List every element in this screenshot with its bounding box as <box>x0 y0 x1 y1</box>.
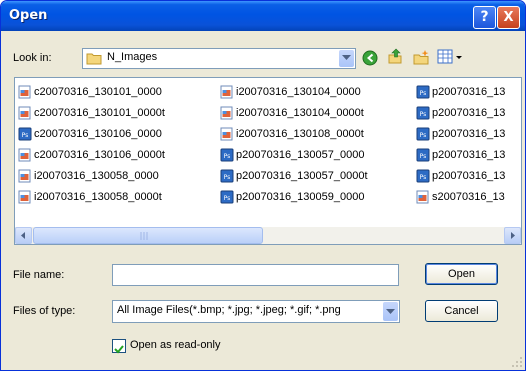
open-button[interactable]: Open <box>425 263 498 285</box>
svg-text:Ps: Ps <box>22 132 29 139</box>
file-item[interactable]: Ps p20070316_130057_0000 <box>220 148 410 164</box>
file-name-label: File name: <box>13 269 65 281</box>
file-name: c20070316_130106_0000 <box>34 128 162 140</box>
chevron-right-icon <box>511 232 515 239</box>
svg-text:Ps: Ps <box>224 174 231 181</box>
file-list[interactable]: c20070316_130101_0000 c20070316_130101_00… <box>14 77 522 245</box>
file-item[interactable]: c20070316_130101_0000 <box>18 85 208 101</box>
svg-text:Ps: Ps <box>420 132 427 139</box>
file-item[interactable]: Ps p20070316_13 <box>416 85 520 101</box>
scroll-thumb[interactable] <box>33 227 263 244</box>
open-dialog: Open ? X Look in: N_Images c20070316_130… <box>0 0 526 371</box>
file-item[interactable]: Ps p20070316_13 <box>416 169 520 185</box>
svg-text:Ps: Ps <box>420 153 427 160</box>
file-name: i20070316_130108_0000t <box>236 128 364 140</box>
photoshop-file-icon: Ps <box>416 106 430 120</box>
file-item[interactable]: i20070316_130104_0000t <box>220 106 410 122</box>
chevron-down-icon[interactable] <box>339 50 354 67</box>
file-name: i20070316_130058_0000 <box>34 170 159 182</box>
look-in-combo[interactable]: N_Images <box>82 48 356 69</box>
cancel-button[interactable]: Cancel <box>425 300 498 322</box>
file-item[interactable]: Ps p20070316_130057_0000t <box>220 169 410 185</box>
read-only-checkbox[interactable] <box>112 339 126 354</box>
chevron-down-icon[interactable] <box>383 302 398 321</box>
file-item[interactable]: c20070316_130101_0000t <box>18 106 208 122</box>
file-item[interactable]: i20070316_130104_0000 <box>220 85 410 101</box>
file-name: c20070316_130106_0000t <box>34 149 165 161</box>
file-name: p20070316_13 <box>432 170 506 182</box>
files-of-type-value: All Image Files(*.bmp; *.jpg; *.jpeg; *.… <box>117 304 341 316</box>
horizontal-scrollbar[interactable] <box>15 227 521 244</box>
file-name: s20070316_13 <box>432 191 505 203</box>
image-file-icon <box>416 190 429 204</box>
window-title: Open <box>9 8 48 23</box>
photoshop-file-icon: Ps <box>416 127 430 141</box>
photoshop-file-icon: Ps <box>416 169 430 183</box>
file-item[interactable]: s20070316_13 <box>416 190 520 206</box>
file-name: p20070316_13 <box>432 128 506 140</box>
file-name: p20070316_130059_0000 <box>236 191 365 203</box>
file-name: p20070316_13 <box>432 149 506 161</box>
file-item[interactable]: Ps p20070316_13 <box>416 106 520 122</box>
grip-lines-icon <box>140 232 148 240</box>
image-file-icon <box>18 190 31 204</box>
photoshop-file-icon: Ps <box>18 127 32 141</box>
svg-text:Ps: Ps <box>224 195 231 202</box>
file-name: i20070316_130104_0000t <box>236 107 364 119</box>
resize-grip-icon[interactable] <box>511 356 523 368</box>
close-button[interactable]: X <box>497 6 520 29</box>
image-file-icon <box>18 85 31 99</box>
folder-icon <box>86 53 102 65</box>
file-name: p20070316_13 <box>432 86 506 98</box>
files-of-type-combo[interactable]: All Image Files(*.bmp; *.jpg; *.jpeg; *.… <box>112 300 400 323</box>
file-item[interactable]: Ps p20070316_13 <box>416 148 520 164</box>
file-name: p20070316_130057_0000t <box>236 170 368 182</box>
file-item[interactable]: i20070316_130058_0000 <box>18 169 208 185</box>
views-menu-icon[interactable] <box>437 49 465 65</box>
file-name: c20070316_130101_0000 <box>34 86 162 98</box>
files-of-type-label: Files of type: <box>13 305 76 317</box>
file-item[interactable]: Ps p20070316_13 <box>416 127 520 143</box>
image-file-icon <box>18 169 31 183</box>
image-file-icon <box>18 148 31 162</box>
photoshop-file-icon: Ps <box>220 148 234 162</box>
photoshop-file-icon: Ps <box>416 148 430 162</box>
file-name: i20070316_130058_0000t <box>34 191 162 203</box>
look-in-label: Look in: <box>13 52 52 64</box>
new-folder-icon[interactable] <box>413 49 429 65</box>
image-file-icon <box>220 106 233 120</box>
svg-text:Ps: Ps <box>420 90 427 97</box>
checkmark-icon <box>114 345 124 354</box>
file-item[interactable]: Ps c20070316_130106_0000 <box>18 127 208 143</box>
svg-text:Ps: Ps <box>420 174 427 181</box>
image-file-icon <box>18 106 31 120</box>
file-item[interactable]: i20070316_130108_0000t <box>220 127 410 143</box>
photoshop-file-icon: Ps <box>220 169 234 183</box>
photoshop-file-icon: Ps <box>416 85 430 99</box>
look-in-value: N_Images <box>107 51 158 63</box>
file-name: c20070316_130101_0000t <box>34 107 165 119</box>
file-name: p20070316_13 <box>432 107 506 119</box>
image-file-icon <box>220 85 233 99</box>
file-name-input[interactable] <box>112 264 399 286</box>
file-name: i20070316_130104_0000 <box>236 86 361 98</box>
file-item[interactable]: c20070316_130106_0000t <box>18 148 208 164</box>
file-item[interactable]: Ps p20070316_130059_0000 <box>220 190 410 206</box>
chevron-left-icon <box>21 232 25 239</box>
svg-text:Ps: Ps <box>224 153 231 160</box>
read-only-label: Open as read-only <box>130 339 221 351</box>
help-button[interactable]: ? <box>473 6 496 29</box>
image-file-icon <box>220 127 233 141</box>
scroll-left-button[interactable] <box>15 227 32 244</box>
file-name: p20070316_130057_0000 <box>236 149 365 161</box>
photoshop-file-icon: Ps <box>220 190 234 204</box>
back-icon[interactable] <box>362 50 378 66</box>
file-item[interactable]: i20070316_130058_0000t <box>18 190 208 206</box>
title-bar[interactable]: Open ? X <box>1 1 525 31</box>
up-folder-icon[interactable] <box>387 48 403 64</box>
scroll-right-button[interactable] <box>504 227 521 244</box>
svg-text:Ps: Ps <box>420 111 427 118</box>
